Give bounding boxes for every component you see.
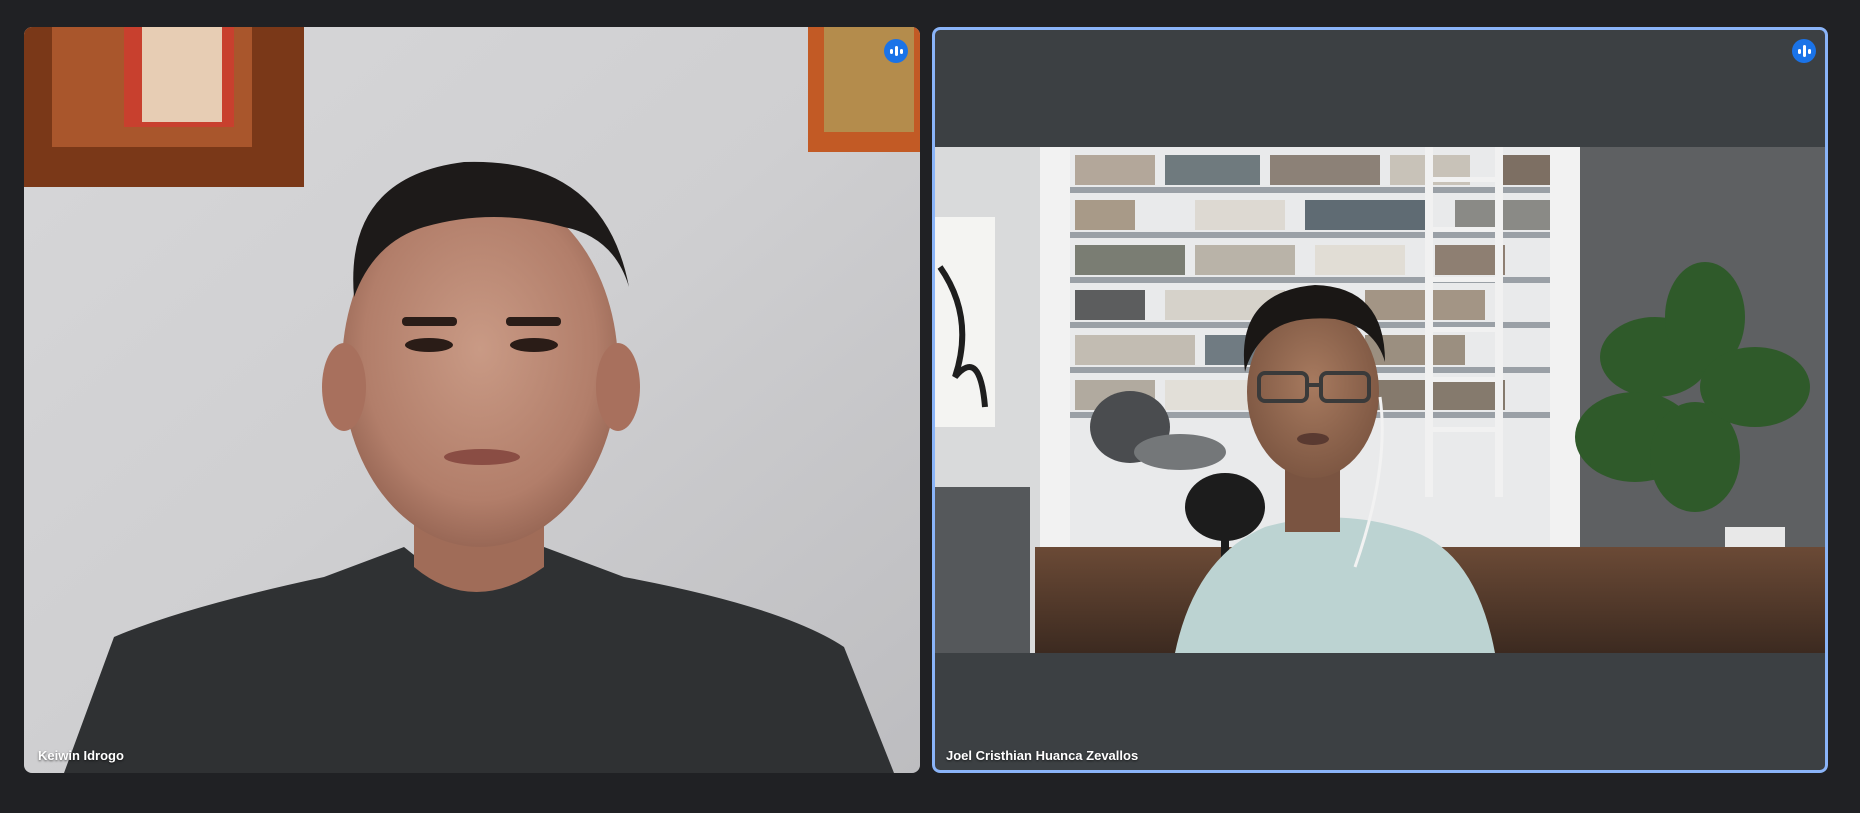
participant-tile-1[interactable]: Keiwin Idrogo: [24, 27, 920, 773]
meeting-grid: Keiwin Idrogo Joel Cristhian Huanca Zeva…: [0, 0, 1860, 813]
audio-level-indicator-2: [1792, 39, 1816, 63]
audio-level-indicator-1: [884, 39, 908, 63]
participant-video-2: [935, 147, 1825, 653]
participant-name-2: Joel Cristhian Huanca Zevallos: [946, 748, 1139, 763]
participant-video-1: [24, 27, 920, 773]
audio-level-icon: [889, 46, 903, 56]
audio-level-icon: [1797, 45, 1811, 57]
participant-name-1: Keiwin Idrogo: [38, 748, 124, 763]
participant-tile-2[interactable]: Joel Cristhian Huanca Zevallos: [932, 27, 1828, 773]
